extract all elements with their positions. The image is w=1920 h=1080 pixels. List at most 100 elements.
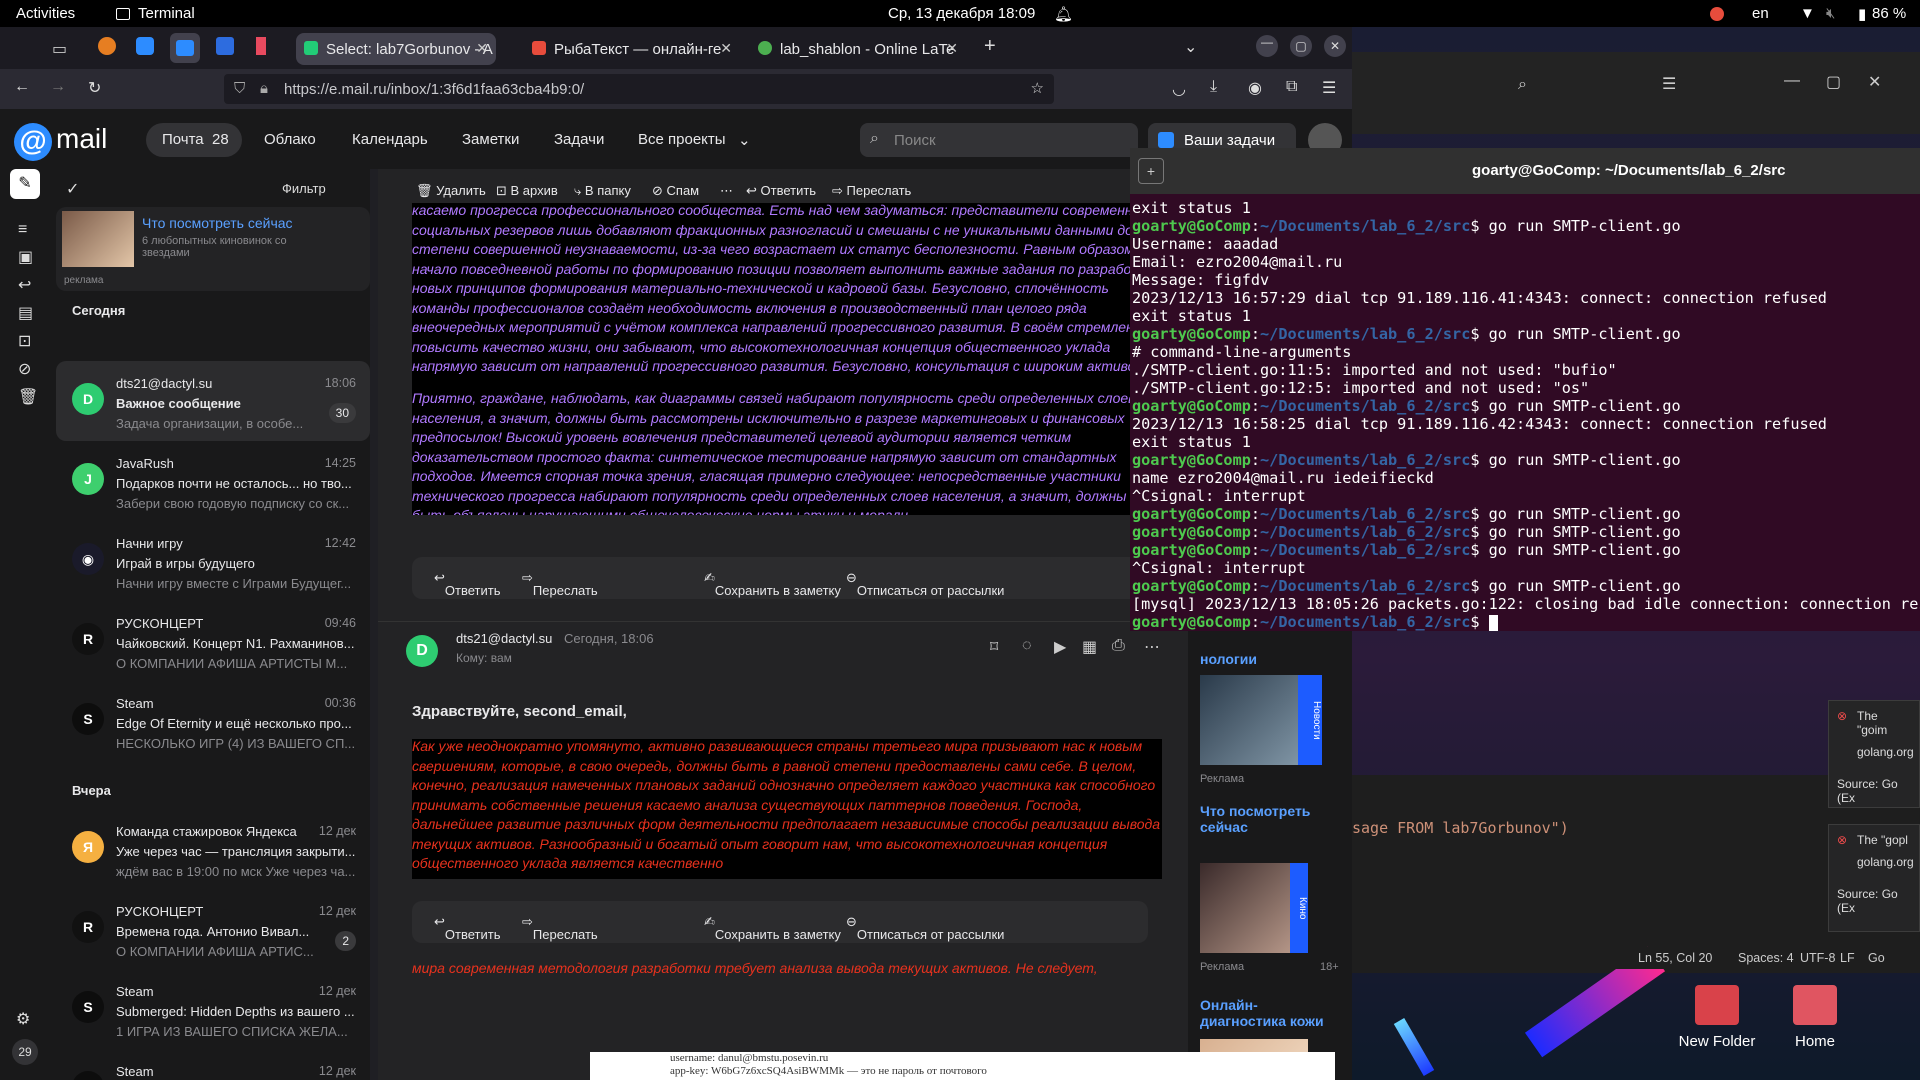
minimize-icon[interactable]: — <box>1256 35 1278 57</box>
list-item[interactable]: ◉ Начни игру 12:42 Играй в игры будущего Нач… <box>56 521 370 601</box>
language-mode[interactable]: Go <box>1868 951 1885 965</box>
move-to-folder-button[interactable]: ⤷ В папку <box>574 183 631 199</box>
vscode-notification[interactable]: ⊗ The "goim golang.org Source: Go (Ex <box>1828 700 1920 808</box>
reply-button[interactable]: ↩ Ответить <box>434 914 500 942</box>
avatar[interactable]: D <box>406 635 438 667</box>
battery-level[interactable]: 86 % <box>1872 5 1906 22</box>
avatar[interactable]: R <box>72 911 104 943</box>
list-item[interactable]: Ddts21@dactyl.su 18:06 Важное сообщение Зад… <box>56 361 370 441</box>
avatar[interactable]: S <box>72 1071 104 1080</box>
filter-button[interactable]: Фильтр <box>282 181 326 196</box>
ad-title[interactable]: Онлайн-диагностика кожи <box>1200 997 1340 1029</box>
cursor-position[interactable]: Ln 55, Col 20 <box>1638 951 1712 965</box>
promo-title[interactable]: Что посмотреть сейчас <box>142 215 293 231</box>
bookmark-star-icon[interactable]: ☆ <box>1031 79 1044 97</box>
inbox-icon[interactable]: ▣ <box>18 247 33 267</box>
pinned-tab-mail[interactable] <box>170 33 200 63</box>
forward-button[interactable]: ⇨ Переслать <box>522 570 598 598</box>
reload-icon[interactable]: ↻ <box>88 78 101 98</box>
calendar-icon[interactable]: ▦ <box>1082 637 1097 657</box>
extensions-icon[interactable]: ⧉ <box>1286 78 1297 96</box>
list-item[interactable]: Я Команда стажировок Яндекса 12 дек Уже чер… <box>56 809 370 889</box>
pinned-tab-icon[interactable] <box>216 37 234 55</box>
nav-calendar[interactable]: Календарь <box>352 131 428 148</box>
print-icon[interactable]: ⎙ <box>1112 637 1125 655</box>
maximize-icon[interactable]: ▢ <box>1290 35 1312 57</box>
nav-notes[interactable]: Заметки <box>462 131 519 148</box>
idea-icon[interactable]: ◌ <box>1022 637 1032 655</box>
nav-all-projects[interactable]: Все проекты <box>638 131 726 148</box>
encoding[interactable]: UTF-8 <box>1800 951 1835 965</box>
avatar[interactable]: Я <box>72 831 104 863</box>
tab-overview-icon[interactable]: ▭ <box>52 39 67 59</box>
search-box[interactable]: ⌕ Поиск <box>860 123 1138 157</box>
bookmark-icon[interactable]: ⌑ <box>990 637 998 657</box>
account-icon[interactable]: ◉ <box>1248 78 1262 98</box>
menu-icon[interactable]: ≡ <box>18 221 27 239</box>
drafts-icon[interactable]: ▤ <box>18 303 33 323</box>
unsubscribe-button[interactable]: ⊖ Отписаться от рассылки <box>846 570 1004 598</box>
desktop-icon-new-folder[interactable]: New Folder <box>1672 985 1762 1050</box>
list-all-tabs-icon[interactable]: ⌄ <box>1184 37 1197 57</box>
avatar[interactable]: S <box>72 991 104 1023</box>
save-to-note-button[interactable]: ✍ Сохранить в заметку <box>704 570 841 598</box>
desktop-icon-home[interactable]: Home <box>1770 985 1860 1050</box>
close-tab-icon[interactable]: ✕ <box>946 40 958 57</box>
clock[interactable]: Ср, 13 декабря 18:09 <box>888 5 1035 22</box>
reply-button[interactable]: ↩ Ответить <box>746 183 816 199</box>
archive-icon[interactable]: ⊡ <box>18 331 31 351</box>
spam-button[interactable]: ⊘ Спам <box>652 183 699 199</box>
pocket-icon[interactable]: ◡ <box>1172 79 1186 99</box>
compose-icon[interactable]: ✎ <box>10 169 40 199</box>
menu-icon[interactable]: ☰ <box>1322 78 1336 98</box>
avatar[interactable]: ◉ <box>72 543 104 575</box>
ad-title[interactable]: Что посмотреть сейчас <box>1200 803 1340 835</box>
ad-title[interactable]: нологии <box>1200 651 1257 667</box>
tab-fishtext[interactable]: РыбаТекст — онлайн-ге ✕ <box>524 33 740 65</box>
tab-overleaf[interactable]: lab_shablon - Online LaTe ✕ <box>750 33 966 65</box>
calendar-badge[interactable]: 29 <box>12 1039 38 1065</box>
sender-email[interactable]: dts21@dactyl.su <box>456 631 552 646</box>
list-item[interactable]: S Steam 12 дек <box>56 1049 370 1080</box>
chevron-down-icon[interactable]: ⌄ <box>738 131 751 149</box>
keyboard-layout[interactable]: en <box>1752 5 1769 22</box>
save-to-note-button[interactable]: ✍ Сохранить в заметку <box>704 914 841 942</box>
tab-select-lab7[interactable]: Select: lab7Gorbunov - A ✕ <box>296 33 496 65</box>
vscode-notification[interactable]: ⊗ The "gopl golang.org Source: Go (Ex <box>1828 824 1920 932</box>
reply-button[interactable]: ↩ Ответить <box>434 570 500 598</box>
close-tab-icon[interactable]: ✕ <box>476 40 488 57</box>
more-icon[interactable]: ⋯ <box>1144 637 1160 657</box>
trash-icon[interactable]: 🗑︎ <box>18 387 38 407</box>
mail-logo-text[interactable]: mail <box>56 123 107 155</box>
search-icon[interactable]: ⌕ <box>1518 76 1527 94</box>
code-line[interactable]: sage FROM lab7Gorbunov") <box>1352 819 1569 837</box>
forward-icon[interactable]: → <box>50 78 66 96</box>
more-icon[interactable]: ⋯ <box>720 183 733 199</box>
list-item[interactable]: R РУСКОНЦЕРТ 09:46 Чайковский. Концерт N1. … <box>56 601 370 681</box>
mail-logo-icon[interactable]: @ <box>14 123 52 161</box>
new-tab-icon[interactable]: + <box>984 35 996 58</box>
delete-button[interactable]: 🗑︎ Удалить <box>416 183 486 199</box>
sent-icon[interactable]: ↩ <box>18 275 31 295</box>
avatar[interactable]: S <box>72 703 104 735</box>
list-item[interactable]: J JavaRush 14:25 Подарков почти не осталось… <box>56 441 370 521</box>
activities-button[interactable]: Activities <box>16 5 75 22</box>
close-tab-icon[interactable]: ✕ <box>720 40 732 57</box>
indent-setting[interactable]: Spaces: 4 <box>1738 951 1794 965</box>
line-ending[interactable]: LF <box>1840 951 1855 965</box>
back-icon[interactable]: ← <box>14 78 30 96</box>
maximize-icon[interactable]: ▢ <box>1826 72 1841 92</box>
pinned-tab-icon[interactable] <box>136 37 154 55</box>
list-view-icon[interactable]: ☰ <box>1662 74 1676 94</box>
close-icon[interactable]: ✕ <box>1868 72 1881 92</box>
forward-button[interactable]: ⇨ Переслать <box>832 183 911 199</box>
active-app-label[interactable]: Terminal <box>138 5 195 22</box>
nav-cloud[interactable]: Облако <box>264 131 316 148</box>
nav-mail[interactable]: Почта <box>162 131 204 148</box>
url-text[interactable]: https://e.mail.ru/inbox/1:3f6d1faa63cba4… <box>284 81 584 98</box>
list-item[interactable]: S Steam 12 дек Submerged: Hidden Depths из … <box>56 969 370 1049</box>
downloads-icon[interactable]: ⤓ <box>1210 78 1217 96</box>
new-tab-icon[interactable]: + <box>1138 158 1164 184</box>
close-icon[interactable]: ✕ <box>1324 35 1346 57</box>
archive-button[interactable]: ⊡ В архив <box>496 183 558 199</box>
